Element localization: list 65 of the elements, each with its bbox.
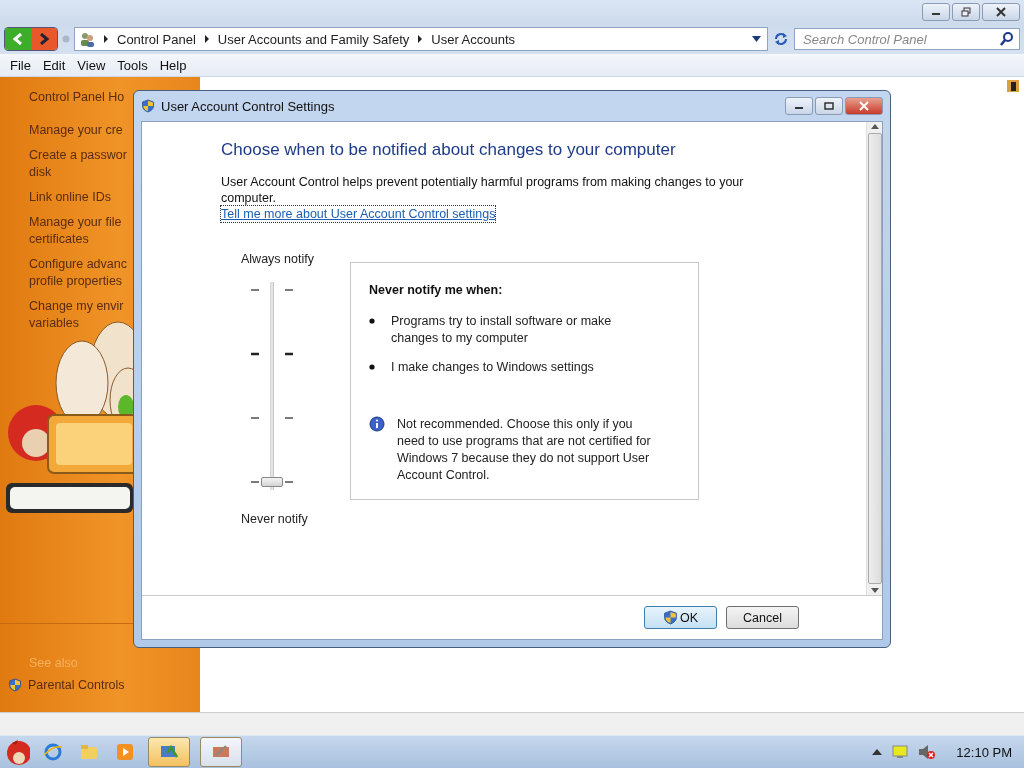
breadcrumb[interactable]: User Accounts and Family Safety (217, 31, 410, 47)
bullet-text: Programs try to install software or make changes to my computer (391, 313, 613, 347)
sidebar-link[interactable]: Link online IDs (29, 189, 200, 206)
bullet-icon (369, 318, 375, 324)
menu-item[interactable]: Edit (36, 57, 72, 73)
search-icon[interactable] (1000, 32, 1014, 46)
menu-item[interactable]: View (71, 57, 112, 73)
sidebar-link[interactable]: Configure advanc profile properties (29, 256, 200, 290)
recommendation-note: Not recommended. Choose this only if you need to use programs that are not certified for Windows 7 because they do not support User Account Control. (397, 416, 652, 484)
back-button[interactable] (5, 28, 31, 50)
sidebar-link[interactable]: Manage your file certificates (29, 214, 200, 248)
menu-item[interactable]: File (4, 57, 37, 73)
close-button[interactable] (845, 97, 883, 115)
shield-icon (141, 99, 155, 113)
menu-item[interactable]: Help (153, 57, 193, 73)
forward-button[interactable] (31, 28, 57, 50)
info-icon (369, 416, 385, 432)
minimize-button[interactable] (785, 97, 813, 115)
clock[interactable]: 12:10 PM (956, 744, 1012, 760)
sidebar-link[interactable]: Create a passwor disk (29, 147, 200, 181)
chevron-icon[interactable] (103, 35, 109, 43)
dialog-heading: Choose when to be notified about changes to your computer (221, 140, 677, 160)
chevron-icon[interactable] (203, 35, 210, 43)
muted-speaker-icon[interactable] (918, 744, 937, 760)
bullet-icon (369, 364, 375, 370)
breadcrumb[interactable]: Control Panel (117, 31, 196, 47)
menu-item[interactable]: Tools (111, 57, 154, 73)
close-icon (859, 101, 869, 111)
search-field[interactable]: Search Control Panel (794, 28, 1020, 50)
restore-icon (961, 7, 971, 17)
info-heading: Never notify me when: (369, 283, 504, 297)
close-icon (996, 7, 1006, 17)
tray-arrow-icon[interactable] (872, 749, 883, 755)
slider-thumb[interactable] (261, 477, 283, 487)
dialog-title: User Account Control Settings (161, 98, 335, 114)
parental-controls-link[interactable]: Parental Controls (8, 678, 200, 692)
chevron-icon[interactable] (417, 35, 424, 43)
control-panel-task-button[interactable] (148, 737, 190, 767)
shield-icon (662, 610, 678, 625)
users-icon (79, 31, 95, 47)
breadcrumb[interactable]: User Accounts (431, 31, 516, 47)
description: User Account Control helps prevent potentially harmful programs from making changes to your computer. (221, 174, 745, 206)
monitor-icon[interactable] (892, 745, 909, 759)
scroll-up-icon[interactable] (870, 124, 879, 129)
sidebar-link[interactable]: Manage your cre (29, 122, 200, 139)
minimize-button[interactable] (922, 3, 950, 21)
slider-top-label: Always notify (241, 252, 315, 266)
refresh-icon[interactable] (772, 30, 790, 48)
slider-bottom-label: Never notify (241, 512, 309, 526)
address-bar[interactable]: Control Panel User Accounts and Family Safety User Accounts (74, 27, 768, 51)
settings-task-button[interactable] (200, 737, 242, 767)
scrollbar[interactable] (866, 122, 882, 595)
sidebar-link[interactable]: Change my envir variables (29, 298, 200, 332)
help-link[interactable]: Tell me more about User Account Control settings (221, 206, 496, 222)
restore-button[interactable] (952, 3, 980, 21)
see-also-heading: See also (28, 656, 79, 670)
shield-icon (8, 678, 22, 692)
cancel-button[interactable]: Cancel (726, 606, 799, 629)
ok-button[interactable]: OK (644, 606, 717, 629)
close-button[interactable] (982, 3, 1020, 21)
start-button[interactable] (4, 738, 30, 766)
maximize-icon (824, 102, 834, 110)
maximize-button[interactable] (815, 97, 843, 115)
scroll-down-icon[interactable] (870, 588, 879, 593)
bullet-text: I make changes to Windows settings (391, 359, 595, 376)
